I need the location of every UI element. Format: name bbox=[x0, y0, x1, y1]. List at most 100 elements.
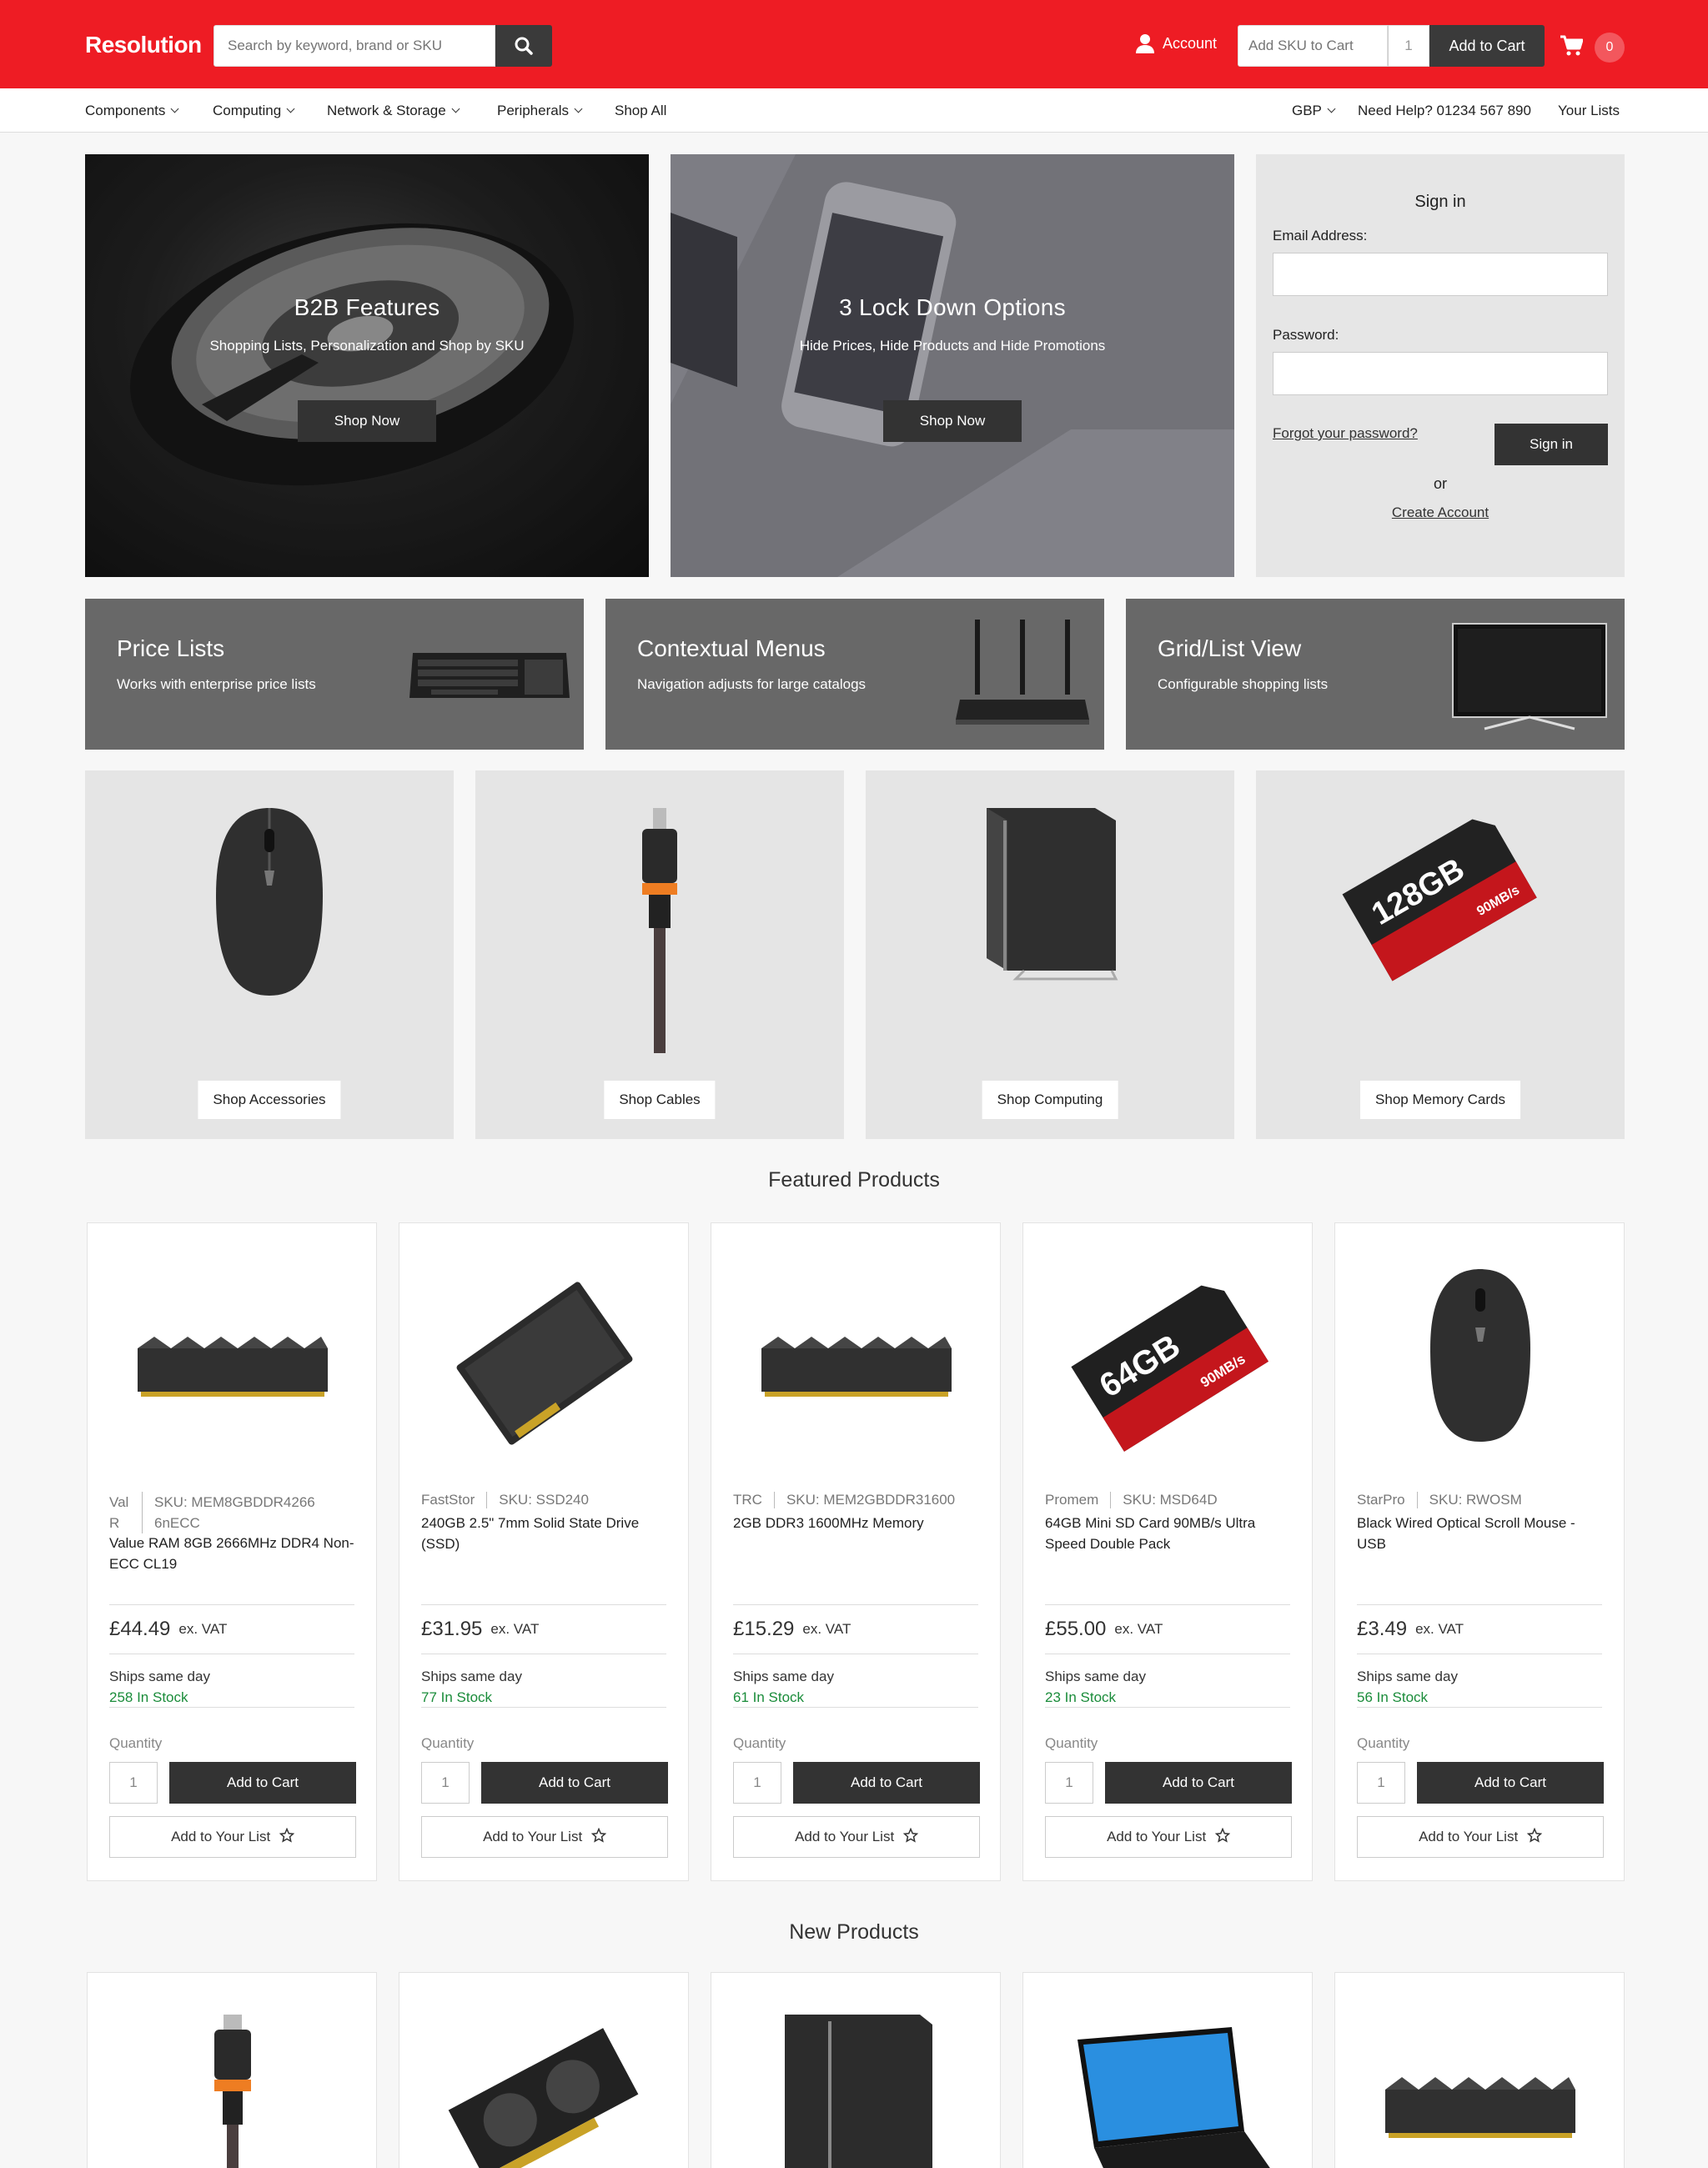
nav-network-storage[interactable]: Network & Storage bbox=[327, 88, 460, 133]
add-to-list-button[interactable]: Add to Your List bbox=[421, 1816, 668, 1858]
chevron-down-icon bbox=[1327, 104, 1336, 113]
nav-shop-all[interactable]: Shop All bbox=[615, 88, 666, 133]
product-meta: Val R SKU: MEM8GBDDR42666nECC bbox=[109, 1492, 354, 1533]
keyboard-icon bbox=[409, 653, 570, 698]
new-products-title: New Products bbox=[789, 1920, 919, 1944]
star-icon bbox=[1214, 1827, 1231, 1843]
nav-label: Network & Storage bbox=[327, 103, 446, 118]
cart-icon[interactable] bbox=[1560, 35, 1583, 57]
site-logo[interactable]: Resolution bbox=[85, 32, 202, 58]
product-sku: SKU: SSD240 bbox=[499, 1492, 589, 1508]
product-brand[interactable]: Promem bbox=[1045, 1492, 1112, 1508]
product-card[interactable]: TRC SKU: MEM2GBDDR31600 2GB DDR3 1600MHz M… bbox=[711, 1222, 1001, 1881]
add-to-cart-button[interactable]: Add to Cart bbox=[793, 1762, 980, 1804]
category-label[interactable]: Shop Computing bbox=[982, 1081, 1118, 1119]
product-card[interactable]: 64GB 90MB/s Promem SKU: MSD64D 64GB Mini SD … bbox=[1022, 1222, 1313, 1881]
product-brand[interactable]: StarPro bbox=[1357, 1492, 1418, 1508]
product-name[interactable]: 64GB Mini SD Card 90MB/s Ultra Speed Dou… bbox=[1045, 1513, 1290, 1554]
product-name[interactable]: Value RAM 8GB 2666MHz DDR4 Non-ECC CL19 bbox=[109, 1533, 354, 1574]
your-lists-link[interactable]: Your Lists bbox=[1558, 88, 1620, 133]
monitor-icon bbox=[1452, 623, 1607, 730]
product-card[interactable]: FastStor SKU: SSD240 240GB 2.5" 7mm Solid … bbox=[399, 1222, 689, 1881]
product-brand[interactable]: FastStor bbox=[421, 1492, 488, 1508]
hero-banner-lockdown[interactable]: 3 Lock Down Options Hide Prices, Hide Pr… bbox=[671, 154, 1234, 577]
add-to-cart-button[interactable]: Add to Cart bbox=[1105, 1762, 1292, 1804]
product-name[interactable]: Black Wired Optical Scroll Mouse - USB bbox=[1357, 1513, 1602, 1554]
category-computing[interactable]: Shop Computing bbox=[866, 770, 1234, 1139]
quantity-input[interactable]: 1 bbox=[1357, 1762, 1405, 1804]
chevron-down-icon bbox=[286, 104, 295, 113]
hero-banner-b2b[interactable]: B2B Features Shopping Lists, Personaliza… bbox=[85, 154, 649, 577]
quantity-input[interactable]: 1 bbox=[421, 1762, 470, 1804]
new-product-card[interactable] bbox=[399, 1972, 689, 2168]
add-to-cart-button[interactable]: Add to Cart bbox=[169, 1762, 356, 1804]
product-price-row: £31.95 ex. VAT bbox=[421, 1604, 666, 1654]
divider bbox=[1357, 1707, 1602, 1708]
feature-tile-price-lists[interactable]: Price Lists Works with enterprise price … bbox=[85, 599, 584, 750]
add-sku-to-cart-button[interactable]: Add to Cart bbox=[1429, 25, 1545, 67]
shipping-info: Ships same day bbox=[1357, 1669, 1458, 1684]
add-to-list-button[interactable]: Add to Your List bbox=[1357, 1816, 1604, 1858]
add-to-cart-button[interactable]: Add to Cart bbox=[1417, 1762, 1604, 1804]
new-product-card[interactable] bbox=[711, 1972, 1001, 2168]
add-to-list-button[interactable]: Add to Your List bbox=[1045, 1816, 1292, 1858]
quantity-input[interactable]: 1 bbox=[109, 1762, 158, 1804]
category-label[interactable]: Shop Memory Cards bbox=[1360, 1081, 1520, 1119]
cable-icon bbox=[214, 2015, 251, 2168]
shop-now-button[interactable]: Shop Now bbox=[883, 400, 1022, 442]
nav-peripherals[interactable]: Peripherals bbox=[497, 88, 583, 133]
product-name[interactable]: 240GB 2.5" 7mm Solid State Drive (SSD) bbox=[421, 1513, 666, 1554]
top-header: Resolution Account 1 Add to Cart 0 bbox=[0, 0, 1708, 88]
add-to-list-label: Add to Your List bbox=[1107, 1829, 1207, 1844]
divider bbox=[421, 1707, 666, 1708]
sign-in-title: Sign in bbox=[1414, 193, 1466, 211]
create-account-link[interactable]: Create Account bbox=[1256, 504, 1625, 521]
cart-count-badge[interactable]: 0 bbox=[1595, 33, 1625, 63]
category-label[interactable]: Shop Accessories bbox=[198, 1081, 341, 1119]
sku-quantity-input[interactable]: 1 bbox=[1388, 25, 1429, 67]
forgot-password-link[interactable]: Forgot your password? bbox=[1273, 425, 1418, 442]
password-field[interactable] bbox=[1273, 352, 1608, 395]
quantity-input[interactable]: 1 bbox=[733, 1762, 781, 1804]
product-brand[interactable]: TRC bbox=[733, 1492, 775, 1508]
product-name[interactable]: 2GB DDR3 1600MHz Memory bbox=[733, 1513, 978, 1533]
product-meta: TRC SKU: MEM2GBDDR31600 bbox=[733, 1492, 978, 1508]
sign-in-button[interactable]: Sign in bbox=[1494, 424, 1608, 465]
vat-label: ex. VAT bbox=[178, 1621, 228, 1637]
product-card[interactable]: StarPro SKU: RWOSM Black Wired Optical Scr… bbox=[1334, 1222, 1625, 1881]
feature-title: Price Lists bbox=[117, 635, 225, 661]
nav-computing[interactable]: Computing bbox=[213, 88, 295, 133]
add-to-list-button[interactable]: Add to Your List bbox=[733, 1816, 980, 1858]
currency-label: GBP bbox=[1292, 103, 1322, 118]
nav-components[interactable]: Components bbox=[85, 88, 179, 133]
category-accessories[interactable]: Shop Accessories bbox=[85, 770, 454, 1139]
new-product-card[interactable] bbox=[1334, 1972, 1625, 2168]
quantity-input[interactable]: 1 bbox=[1045, 1762, 1093, 1804]
product-brand[interactable]: Val R bbox=[109, 1492, 143, 1533]
add-to-list-button[interactable]: Add to Your List bbox=[109, 1816, 356, 1858]
email-field[interactable] bbox=[1273, 253, 1608, 296]
currency-selector[interactable]: GBP bbox=[1292, 88, 1336, 133]
account-link[interactable]: Account bbox=[1136, 33, 1217, 53]
category-label[interactable]: Shop Cables bbox=[604, 1081, 716, 1119]
search-icon bbox=[515, 37, 533, 55]
memory-card-icon: 64GB 90MB/s bbox=[1071, 1285, 1268, 1452]
search-button[interactable] bbox=[495, 25, 552, 67]
shipping-info: Ships same day bbox=[733, 1669, 834, 1684]
shipping-info: Ships same day bbox=[421, 1669, 522, 1684]
shop-now-button[interactable]: Shop Now bbox=[298, 400, 436, 442]
search-input[interactable] bbox=[214, 25, 495, 67]
quantity-label: Quantity bbox=[733, 1735, 786, 1751]
category-cables[interactable]: Shop Cables bbox=[475, 770, 844, 1139]
sku-input[interactable] bbox=[1238, 25, 1388, 67]
category-memory-cards[interactable]: 128GB 90MB/s Shop Memory Cards bbox=[1256, 770, 1625, 1139]
product-card[interactable]: Val R SKU: MEM8GBDDR42666nECC Value RAM 8G… bbox=[87, 1222, 377, 1881]
help-phone[interactable]: Need Help? 01234 567 890 bbox=[1358, 88, 1531, 133]
new-product-card[interactable] bbox=[87, 1972, 377, 2168]
ram-icon bbox=[138, 1337, 328, 1397]
new-product-card[interactable] bbox=[1022, 1972, 1313, 2168]
feature-tile-contextual-menus[interactable]: Contextual Menus Navigation adjusts for … bbox=[605, 599, 1104, 750]
add-to-cart-button[interactable]: Add to Cart bbox=[481, 1762, 668, 1804]
star-icon bbox=[902, 1827, 919, 1843]
feature-tile-grid-list[interactable]: Grid/List View Configurable shopping lis… bbox=[1126, 599, 1625, 750]
